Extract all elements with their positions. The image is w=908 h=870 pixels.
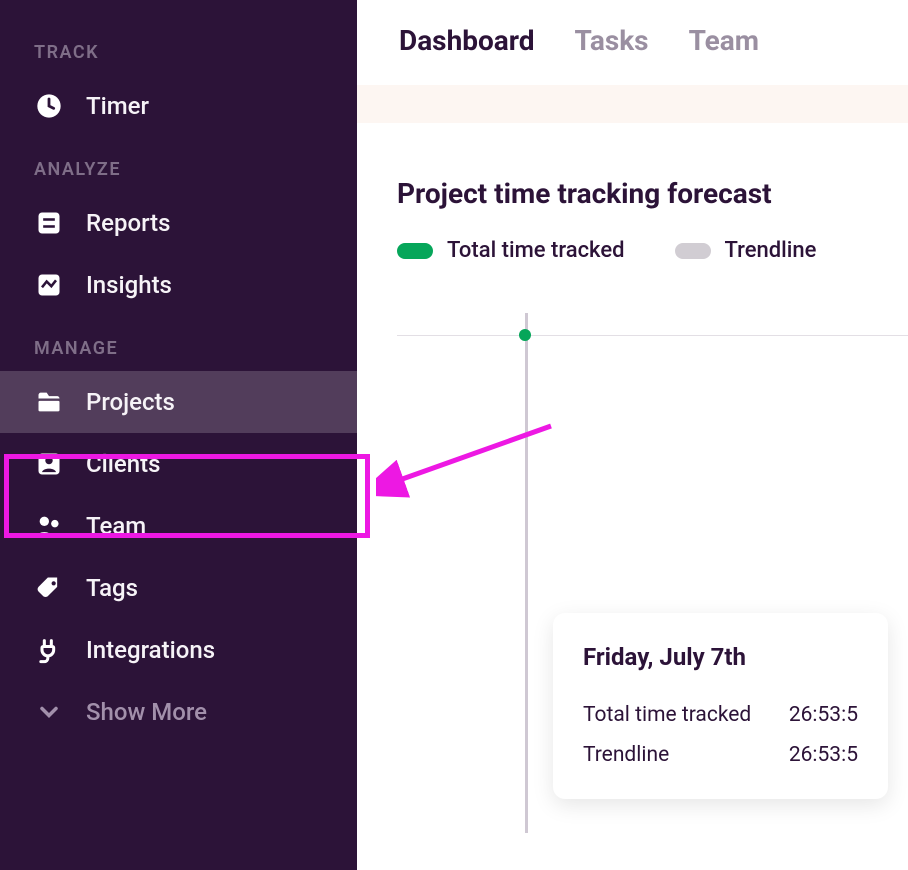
folder-icon <box>34 387 64 417</box>
chart-canvas: Friday, July 7th Total time tracked 26:5… <box>397 313 908 833</box>
sidebar-item-insights[interactable]: Insights <box>0 254 357 316</box>
legend-swatch-grey <box>675 243 711 259</box>
chart-area: Project time tracking forecast Total tim… <box>357 123 908 833</box>
nav-label: Timer <box>86 92 149 120</box>
legend-trendline[interactable]: Trendline <box>675 238 817 263</box>
chart-cursor-line <box>525 313 528 833</box>
chart-data-point <box>519 329 531 341</box>
tooltip-row-total: Total time tracked 26:53:5 <box>583 695 858 735</box>
sidebar-item-show-more[interactable]: Show More <box>0 681 357 743</box>
tooltip-title: Friday, July 7th <box>583 643 858 671</box>
tooltip-row-label: Total time tracked <box>583 703 751 727</box>
legend-label: Trendline <box>725 238 817 263</box>
sidebar-item-timer[interactable]: Timer <box>0 75 357 137</box>
tab-dashboard[interactable]: Dashboard <box>399 24 535 57</box>
client-icon <box>34 449 64 479</box>
insights-icon <box>34 270 64 300</box>
tooltip-row-label: Trendline <box>583 743 669 767</box>
chart-gridline <box>397 335 908 336</box>
nav-label: Clients <box>86 450 160 478</box>
chart-legend: Total time tracked Trendline <box>397 238 908 263</box>
sidebar: TRACK Timer ANALYZE Reports Insights MAN… <box>0 0 357 870</box>
tooltip-row-value: 26:53:5 <box>789 743 858 767</box>
sidebar-item-tags[interactable]: Tags <box>0 557 357 619</box>
reports-icon <box>34 208 64 238</box>
integrations-icon <box>34 635 64 665</box>
sidebar-section-manage: MANAGE <box>0 316 357 371</box>
sidebar-item-integrations[interactable]: Integrations <box>0 619 357 681</box>
chevron-down-icon <box>34 697 64 727</box>
legend-swatch-green <box>397 243 433 259</box>
sidebar-item-reports[interactable]: Reports <box>0 192 357 254</box>
sidebar-section-analyze: ANALYZE <box>0 137 357 192</box>
legend-label: Total time tracked <box>447 238 625 263</box>
nav-label: Integrations <box>86 636 215 664</box>
clock-icon <box>34 91 64 121</box>
legend-total-time[interactable]: Total time tracked <box>397 238 625 263</box>
sidebar-item-projects[interactable]: Projects <box>0 371 357 433</box>
main-tabs: Dashboard Tasks Team <box>357 0 908 85</box>
nav-label: Team <box>86 512 146 540</box>
banner-strip <box>357 85 908 123</box>
chart-title: Project time tracking forecast <box>397 177 908 210</box>
nav-label: Show More <box>86 698 207 726</box>
tooltip-row-value: 26:53:5 <box>789 703 858 727</box>
sidebar-item-clients[interactable]: Clients <box>0 433 357 495</box>
tab-tasks[interactable]: Tasks <box>575 24 649 57</box>
nav-label: Projects <box>86 388 175 416</box>
main-content: Dashboard Tasks Team Project time tracki… <box>357 0 908 870</box>
tooltip-row-trendline: Trendline 26:53:5 <box>583 735 858 775</box>
nav-label: Reports <box>86 209 170 237</box>
chart-tooltip: Friday, July 7th Total time tracked 26:5… <box>553 613 888 799</box>
team-icon <box>34 511 64 541</box>
sidebar-item-team[interactable]: Team <box>0 495 357 557</box>
nav-label: Tags <box>86 574 138 602</box>
nav-label: Insights <box>86 271 172 299</box>
tags-icon <box>34 573 64 603</box>
sidebar-section-track: TRACK <box>0 20 357 75</box>
tab-team[interactable]: Team <box>689 24 759 57</box>
